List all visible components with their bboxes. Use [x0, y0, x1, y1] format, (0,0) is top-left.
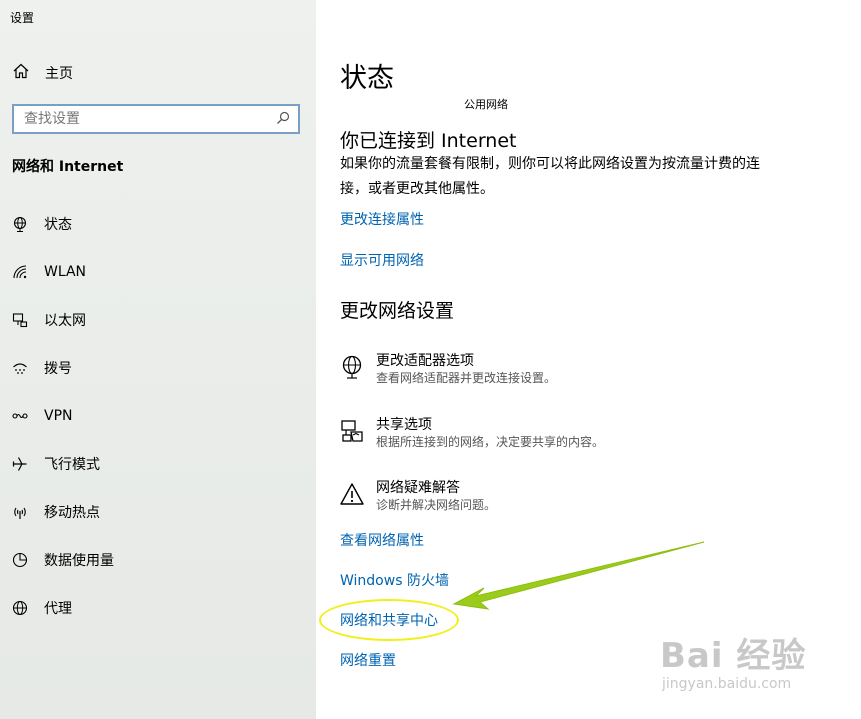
sidebar-item-label: 移动热点	[44, 505, 100, 521]
option-description: 查看网络适配器并更改连接设置。	[376, 371, 557, 385]
warning-icon	[340, 482, 364, 506]
page-title: 状态	[340, 63, 394, 94]
vpn-icon	[12, 408, 28, 424]
network-name: 公用网络	[464, 98, 508, 111]
sidebar-item-label: 以太网	[44, 313, 86, 329]
airplane-icon	[12, 456, 28, 472]
watermark-url: jingyan.baidu.com	[662, 676, 792, 692]
data-usage-icon	[12, 552, 28, 568]
hotspot-icon	[12, 504, 28, 520]
sharing-icon	[340, 419, 364, 443]
sidebar-item-ethernet[interactable]: 以太网	[0, 296, 316, 344]
option-title: 共享选项	[376, 417, 432, 433]
section-heading: 网络和 Internet	[12, 159, 124, 175]
sidebar-item-label: 拨号	[44, 361, 72, 377]
sidebar-item-label: 数据使用量	[44, 553, 114, 569]
watermark: Bai 经验 jingyan.baidu.com	[660, 628, 850, 698]
home-icon	[12, 62, 30, 84]
sidebar-item-dialup[interactable]: 拨号	[0, 344, 316, 392]
sidebar-nav: 状态 WLAN 以太网 拨号 VPN 飞行模式 移动热点 数据使用量 代理	[0, 200, 316, 632]
windows-firewall-link[interactable]: Windows 防火墙	[340, 570, 449, 590]
sidebar: 设置 主页 网络和 Internet 状态 WLAN	[0, 0, 316, 719]
globe-status-icon	[12, 216, 28, 232]
show-available-networks-link[interactable]: 显示可用网络	[340, 250, 424, 270]
search-icon[interactable]	[276, 110, 290, 129]
wifi-icon	[12, 264, 28, 280]
sidebar-home[interactable]: 主页	[12, 62, 73, 84]
sidebar-item-label: 代理	[44, 601, 72, 617]
network-reset-link[interactable]: 网络重置	[340, 650, 396, 670]
option-sharing[interactable]: 共享选项 根据所连接到的网络，决定要共享的内容。	[340, 416, 604, 450]
dialup-icon	[12, 360, 28, 376]
sidebar-item-status[interactable]: 状态	[0, 200, 316, 248]
highlight-ellipse	[319, 599, 459, 641]
change-connection-properties-link[interactable]: 更改连接属性	[340, 209, 424, 229]
sidebar-item-label: 飞行模式	[44, 457, 100, 473]
sidebar-item-wlan[interactable]: WLAN	[0, 248, 316, 296]
sidebar-item-vpn[interactable]: VPN	[0, 392, 316, 440]
search-box[interactable]	[12, 104, 300, 134]
proxy-globe-icon	[12, 600, 28, 616]
connected-heading: 你已连接到 Internet	[340, 130, 517, 152]
watermark-brand: Bai 经验	[660, 636, 807, 676]
option-change-adapter[interactable]: 更改适配器选项 查看网络适配器并更改连接设置。	[340, 352, 556, 386]
sidebar-item-data-usage[interactable]: 数据使用量	[0, 536, 316, 584]
search-input[interactable]	[24, 111, 276, 127]
sidebar-item-hotspot[interactable]: 移动热点	[0, 488, 316, 536]
adapter-globe-icon	[340, 355, 364, 379]
sidebar-item-label: VPN	[44, 408, 73, 424]
connection-description: 如果你的流量套餐有限制，则你可以将此网络设置为按流量计费的连接，或者更改其他属性…	[340, 156, 760, 197]
sidebar-item-airplane[interactable]: 飞行模式	[0, 440, 316, 488]
sidebar-item-proxy[interactable]: 代理	[0, 584, 316, 632]
option-troubleshoot[interactable]: 网络疑难解答 诊断并解决网络问题。	[340, 479, 496, 513]
home-label: 主页	[45, 66, 73, 82]
option-title: 更改适配器选项	[376, 353, 474, 369]
view-network-properties-link[interactable]: 查看网络属性	[340, 530, 424, 550]
sidebar-item-label: 状态	[44, 217, 72, 233]
option-description: 根据所连接到的网络，决定要共享的内容。	[376, 435, 605, 449]
window-title: 设置	[10, 11, 35, 25]
ethernet-icon	[12, 312, 28, 328]
option-description: 诊断并解决网络问题。	[376, 498, 497, 512]
change-network-settings-heading: 更改网络设置	[340, 300, 455, 322]
option-title: 网络疑难解答	[376, 480, 460, 496]
sidebar-item-label: WLAN	[44, 264, 87, 280]
